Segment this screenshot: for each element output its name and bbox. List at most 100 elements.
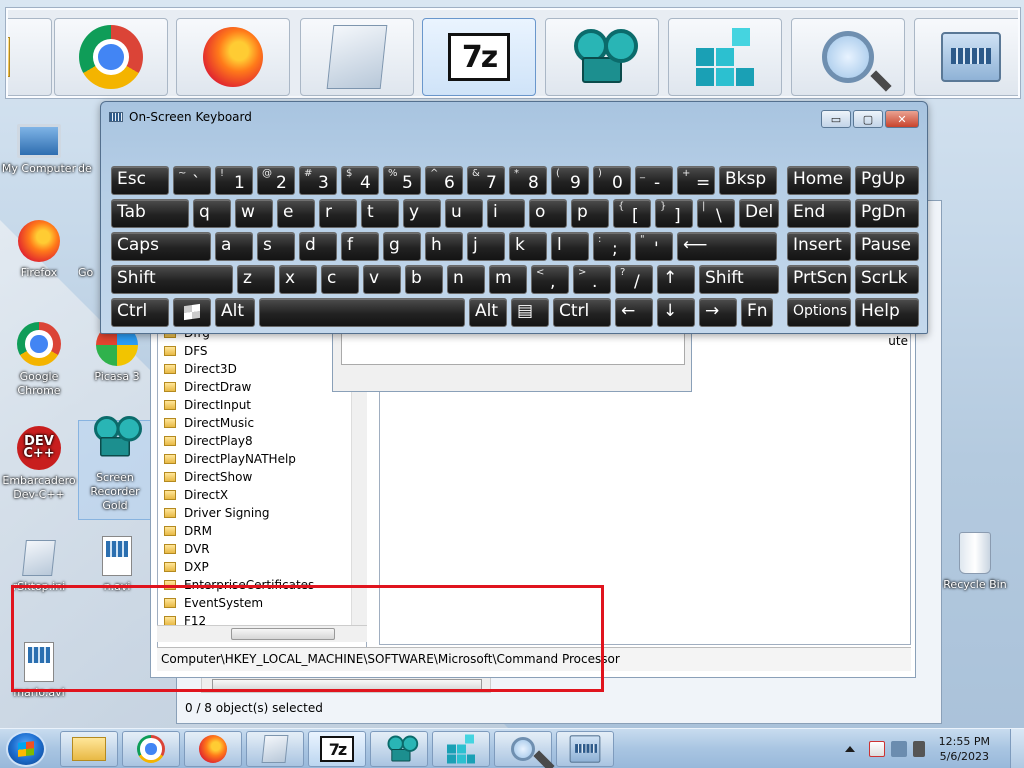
taskbar-firefox[interactable] [184, 731, 242, 767]
key-w[interactable]: w [235, 199, 273, 228]
key--[interactable]: ← [615, 298, 653, 327]
key-[[interactable]: {[ [613, 199, 651, 228]
key-`[interactable]: ~ ` [173, 166, 211, 195]
key-help[interactable]: Help [855, 298, 919, 327]
key-g[interactable]: g [383, 232, 421, 261]
key-e[interactable]: e [277, 199, 315, 228]
desktop-icon-devcpp[interactable]: DEV C++ Embarcadero Dev-C++ [0, 424, 78, 502]
desktop-icon-firefox[interactable]: Firefox [0, 216, 78, 280]
taskbar-explorer[interactable] [60, 731, 118, 767]
desktop-icon-screen-recorder[interactable]: Screen Recorder Gold [78, 416, 152, 520]
key-shift[interactable]: Shift [699, 265, 779, 294]
key-shift[interactable]: Shift [111, 265, 233, 294]
key-pgdn[interactable]: PgDn [855, 199, 919, 228]
key-insert[interactable]: Insert [787, 232, 851, 261]
switcher-tile-folder[interactable] [8, 18, 52, 96]
key-fn[interactable]: Fn [741, 298, 773, 327]
key-j[interactable]: j [467, 232, 505, 261]
key-alt[interactable]: Alt [215, 298, 255, 327]
desktop-icon-de[interactable]: de [78, 112, 100, 176]
switcher-tile-keyboard[interactable] [914, 18, 1018, 96]
key-2[interactable]: @2 [257, 166, 295, 195]
key-][interactable]: }] [655, 199, 693, 228]
desktop-icon-google-chrome[interactable]: Google Chrome [0, 320, 78, 398]
osk-titlebar[interactable]: On-Screen Keyboard [109, 110, 252, 124]
key--[interactable]: _ - [635, 166, 673, 195]
tree-item[interactable]: DRM [158, 522, 366, 540]
switcher-tile-notepad[interactable] [300, 18, 414, 96]
key-pause[interactable]: Pause [855, 232, 919, 261]
key-m[interactable]: m [489, 265, 527, 294]
key-;[interactable]: :; [593, 232, 631, 261]
key-q[interactable]: q [193, 199, 231, 228]
key-home[interactable]: Home [787, 166, 851, 195]
key-windows[interactable] [173, 298, 211, 327]
restore-button[interactable]: ▢ [853, 110, 883, 128]
tree-item[interactable]: DirectShow [158, 468, 366, 486]
volume-icon[interactable] [912, 741, 925, 757]
key-options[interactable]: Options [787, 298, 851, 327]
switcher-tile-firefox[interactable] [176, 18, 290, 96]
key--[interactable]: → [699, 298, 737, 327]
key-r[interactable]: r [319, 199, 357, 228]
key-o[interactable]: o [529, 199, 567, 228]
key-space[interactable] [259, 298, 465, 327]
key-9[interactable]: (9 [551, 166, 589, 195]
key-pgup[interactable]: PgUp [855, 166, 919, 195]
tree-item[interactable]: DirectPlay8 [158, 432, 366, 450]
key-b[interactable]: b [405, 265, 443, 294]
action-center-icon[interactable] [868, 741, 885, 757]
key-f[interactable]: f [341, 232, 379, 261]
show-desktop-button[interactable] [1010, 729, 1024, 768]
taskbar-regedit[interactable] [432, 731, 490, 767]
start-button[interactable] [6, 731, 46, 767]
switcher-tile-chrome[interactable] [54, 18, 168, 96]
taskbar-7zip[interactable]: 7z [308, 731, 366, 767]
key-t[interactable]: t [361, 199, 399, 228]
key-ctrl[interactable]: Ctrl [553, 298, 611, 327]
key-d[interactable]: d [299, 232, 337, 261]
key-3[interactable]: #3 [299, 166, 337, 195]
key-caps[interactable]: Caps [111, 232, 211, 261]
key-backslash[interactable]: | \ [697, 199, 735, 228]
key-s[interactable]: s [257, 232, 295, 261]
key--[interactable]: ↑ [657, 265, 695, 294]
key-x[interactable]: x [279, 265, 317, 294]
key-h[interactable]: h [425, 232, 463, 261]
key-4[interactable]: $4 [341, 166, 379, 195]
taskbar-screen-recorder[interactable] [370, 731, 428, 767]
clock[interactable]: 12:55 PM 5/6/2023 [939, 734, 990, 764]
key-6[interactable]: ^ 6 [425, 166, 463, 195]
switcher-tile-7zip[interactable]: 7z [422, 18, 536, 96]
key-prtscn[interactable]: PrtScn [787, 265, 851, 294]
key-u[interactable]: u [445, 199, 483, 228]
key-alt[interactable]: Alt [469, 298, 507, 327]
switcher-tile-search[interactable] [791, 18, 905, 96]
key-c[interactable]: c [321, 265, 359, 294]
key-p[interactable]: p [571, 199, 609, 228]
key--[interactable]: ↓ [657, 298, 695, 327]
key-ctrl[interactable]: Ctrl [111, 298, 169, 327]
key--[interactable]: ▤ [511, 298, 549, 327]
switcher-tile-screen-recorder[interactable] [545, 18, 659, 96]
desktop-icon-my-computer[interactable]: My Computer [0, 112, 78, 176]
key-=[interactable]: + = [677, 166, 715, 195]
key-a[interactable]: a [215, 232, 253, 261]
switcher-tile-regedit[interactable] [668, 18, 782, 96]
key-l[interactable]: l [551, 232, 589, 261]
desktop-icon-go[interactable]: Go [78, 216, 100, 280]
key-y[interactable]: y [403, 199, 441, 228]
tree-item[interactable]: DirectX [158, 486, 366, 504]
key-'[interactable]: " ' [635, 232, 673, 261]
key--[interactable]: ⟵ [677, 232, 777, 261]
key-.[interactable]: >. [573, 265, 611, 294]
key-i[interactable]: i [487, 199, 525, 228]
desktop-icon-recycle-bin[interactable]: Recycle Bin [936, 528, 1014, 592]
taskbar-keyboard[interactable] [556, 731, 614, 767]
key-7[interactable]: & 7 [467, 166, 505, 195]
key-1[interactable]: ! 1 [215, 166, 253, 195]
key-z[interactable]: z [237, 265, 275, 294]
taskbar-chrome[interactable] [122, 731, 180, 767]
key-del[interactable]: Del [739, 199, 779, 228]
network-icon[interactable] [890, 741, 907, 757]
